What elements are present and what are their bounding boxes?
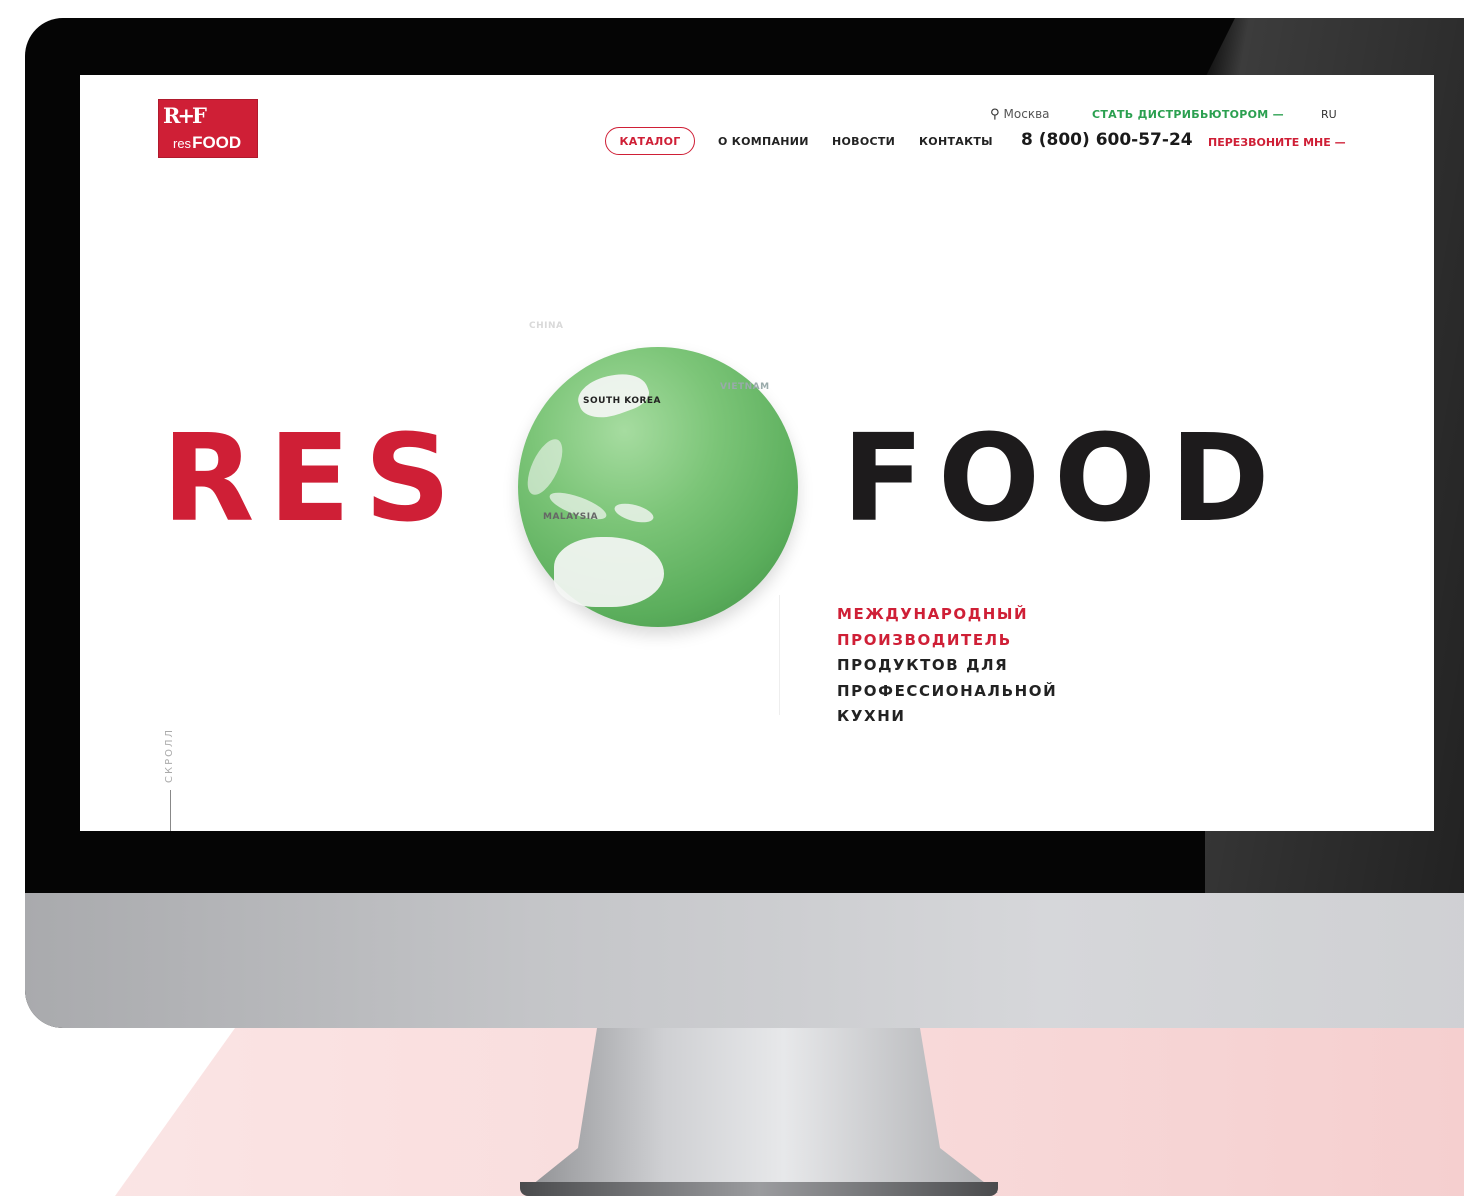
- globe-label-south-korea: SOUTH KOREA: [583, 396, 662, 406]
- logo-mark: R+F: [163, 103, 207, 128]
- logo-word: FOOD: [192, 133, 242, 152]
- nav-contacts[interactable]: КОНТАКТЫ: [919, 135, 993, 148]
- scroll-label[interactable]: СКРОЛЛ: [164, 728, 175, 783]
- city-name: Москва: [1003, 107, 1050, 121]
- land-shape: [554, 537, 664, 607]
- monitor-chin: [25, 893, 1464, 1028]
- tagline-line: МЕЖДУНАРОДНЫЙ: [837, 605, 1029, 623]
- globe-label-malaysia: MALAYSIA: [543, 512, 599, 522]
- monitor-stand-base: [520, 1182, 998, 1196]
- globe-label-china: CHINA: [529, 321, 564, 331]
- logo-wordmark: resFOOD: [173, 133, 241, 153]
- catalog-button[interactable]: КАТАЛОГ: [605, 127, 695, 155]
- scroll-indicator-line: [170, 790, 171, 831]
- website-screen: R+F resFOOD ⚲ Москва СТАТЬ ДИСТРИБЬЮТОРОМ…: [80, 75, 1434, 831]
- city-selector[interactable]: ⚲ Москва: [990, 107, 1050, 122]
- hero-tagline: МЕЖДУНАРОДНЫЙ ПРОИЗВОДИТЕЛЬ ПРОДУКТОВ ДЛ…: [837, 602, 1057, 730]
- hero-title-res: RES: [162, 410, 465, 549]
- tagline-line: КУХНИ: [837, 707, 906, 725]
- map-pin-icon: ⚲: [990, 107, 1000, 122]
- hero-title-food: FOOD: [842, 410, 1284, 549]
- become-distributor-link[interactable]: СТАТЬ ДИСТРИБЬЮТОРОМ —: [1092, 108, 1284, 121]
- tagline-line: ПРОДУКТОВ ДЛЯ: [837, 656, 1009, 674]
- resfood-logo[interactable]: R+F resFOOD: [158, 99, 258, 158]
- guide-line: [779, 595, 780, 715]
- tagline-line: ПРОИЗВОДИТЕЛЬ: [837, 630, 1012, 649]
- language-switch[interactable]: RU: [1321, 108, 1337, 121]
- callback-link[interactable]: ПЕРЕЗВОНИТЕ МНЕ —: [1208, 136, 1346, 149]
- land-shape: [573, 364, 653, 426]
- nav-news[interactable]: НОВОСТИ: [832, 135, 895, 148]
- land-shape: [612, 500, 656, 526]
- logo-prefix: res: [173, 136, 192, 151]
- land-shape: [520, 434, 570, 500]
- globe-label-vietnam: VIETNAM: [720, 382, 770, 392]
- nav-about[interactable]: О КОМПАНИИ: [718, 135, 809, 148]
- tagline-line: ПРОФЕССИОНАЛЬНОЙ: [837, 681, 1058, 700]
- phone-number[interactable]: 8 (800) 600-57-24: [1021, 130, 1193, 150]
